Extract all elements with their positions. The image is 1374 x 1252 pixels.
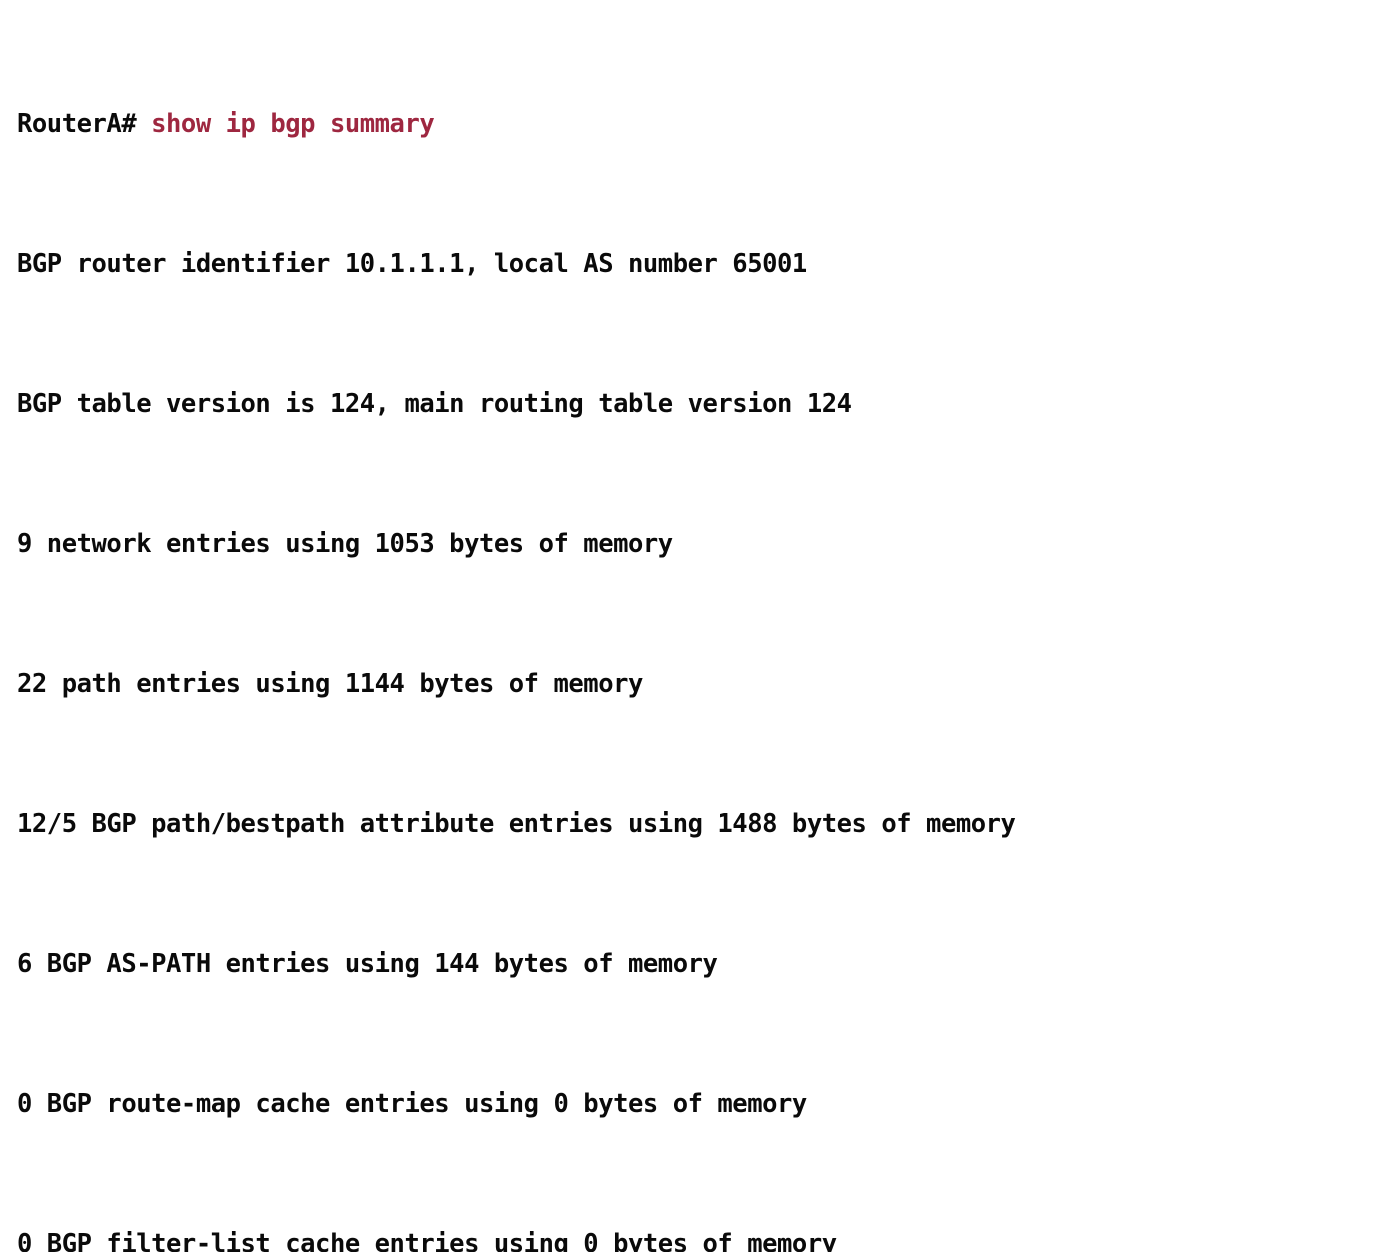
shell-prompt: RouterA# [17,109,137,139]
filter-list-cache-line: 0 BGP filter-list cache entries using 0 … [17,1229,837,1252]
typed-command: show ip bgp summary [151,109,435,139]
bestpath-attribute-line: 12/5 BGP path/bestpath attribute entries… [17,809,1016,839]
console-output: RouterA# show ip bgp summary BGP router … [17,2,1209,1252]
router-identifier-line: BGP router identifier 10.1.1.1, local AS… [17,249,807,279]
table-version-line: BGP table version is 124, main routing t… [17,389,852,419]
route-map-cache-line: 0 BGP route-map cache entries using 0 by… [17,1089,807,1119]
terminal-window: RouterA# show ip bgp summary BGP router … [0,0,1374,1252]
network-entries-line: 9 network entries using 1053 bytes of me… [17,529,673,559]
path-entries-line: 22 path entries using 1144 bytes of memo… [17,669,643,699]
command-line: RouterA# show ip bgp summary [17,107,1209,142]
as-path-entries-line: 6 BGP AS-PATH entries using 144 bytes of… [17,949,718,979]
prompt-separator [136,109,151,139]
